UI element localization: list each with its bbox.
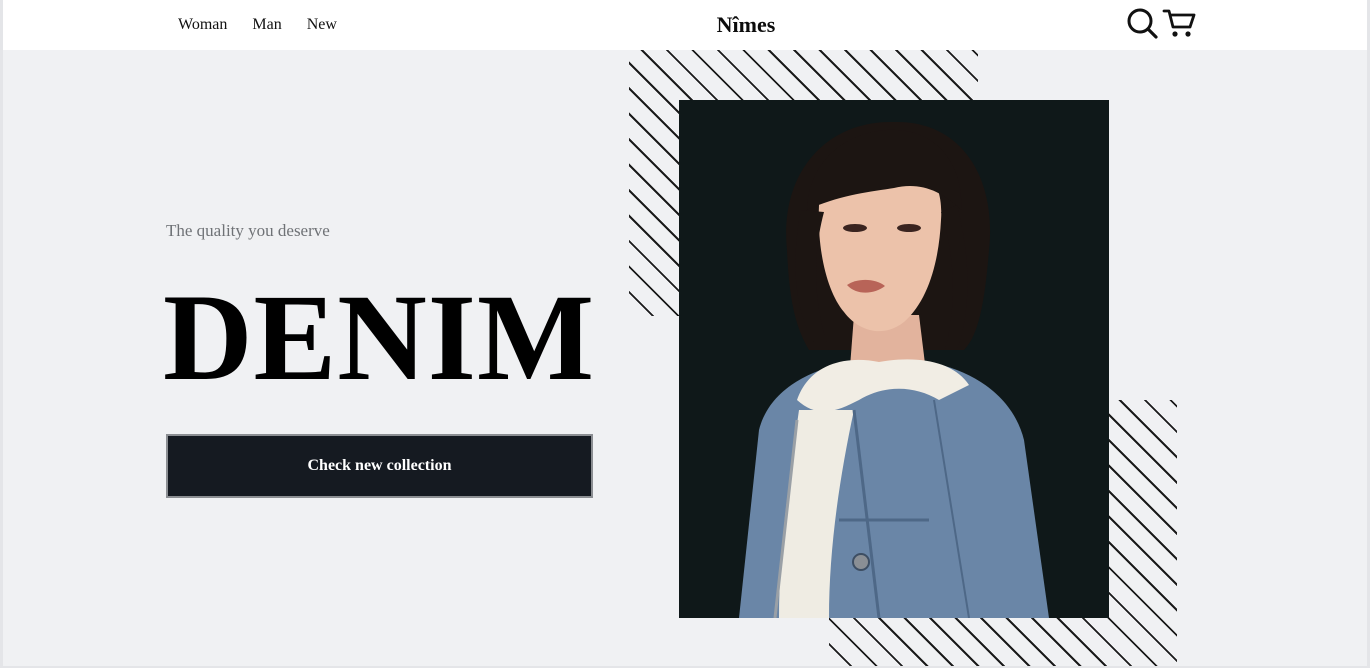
hero-subtitle: The quality you deserve xyxy=(166,221,330,240)
check-collection-button[interactable]: Check new collection xyxy=(166,434,593,498)
page: Woman Man New Nîmes The quality you dese… xyxy=(0,0,1370,668)
cart-icon[interactable] xyxy=(1162,7,1196,39)
header-icons xyxy=(1126,7,1196,39)
hero-photo xyxy=(679,100,1109,618)
model-portrait-illustration xyxy=(679,100,1109,618)
hero-title: DENIM xyxy=(163,269,596,406)
navbar: Woman Man New Nîmes xyxy=(3,0,1367,50)
search-icon[interactable] xyxy=(1126,7,1158,39)
